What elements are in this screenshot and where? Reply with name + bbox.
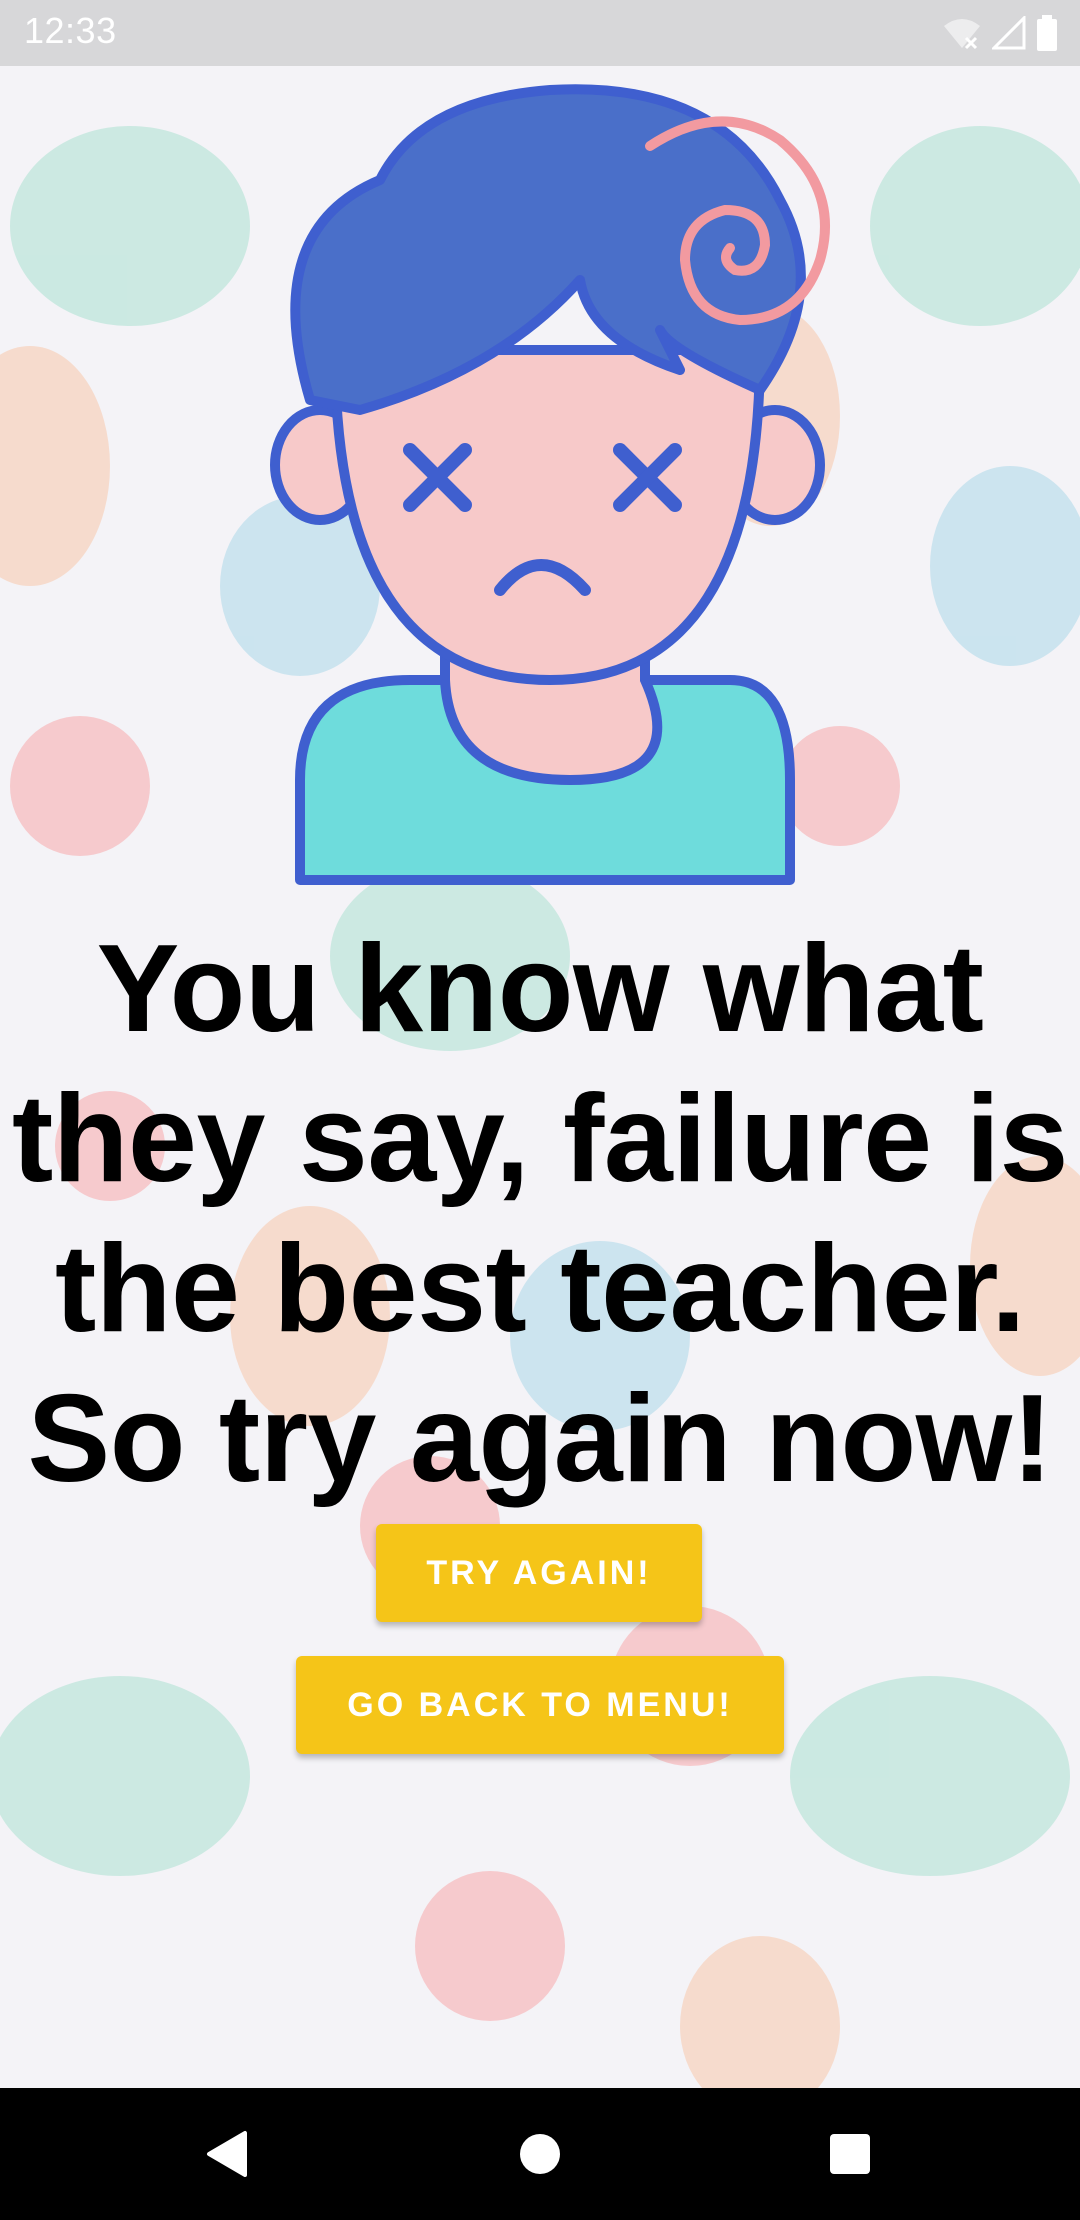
content-area: You know what they say, failure is the b… [0, 66, 1080, 2088]
recents-icon[interactable] [814, 2118, 886, 2190]
back-to-menu-button[interactable]: GO BACK TO MENU! [296, 1656, 784, 1754]
navigation-bar [0, 2088, 1080, 2220]
app-screen: 12:33 You know what they say, failure is… [0, 0, 1080, 2220]
status-time: 12:33 [24, 10, 117, 51]
message-line-3: the best teacher. [54, 1220, 1026, 1358]
battery-icon [1036, 15, 1058, 51]
status-icons [942, 14, 1058, 52]
message-line-4: So try again now! [27, 1370, 1053, 1508]
message-line-2: they say, failure is [12, 1070, 1069, 1208]
status-bar: 12:33 [0, 0, 1080, 66]
try-again-button[interactable]: TRY AGAIN! [376, 1524, 702, 1622]
wifi-off-icon [942, 16, 982, 50]
failure-message: You know what they say, failure is the b… [0, 914, 1080, 1514]
back-icon[interactable] [192, 2118, 264, 2190]
home-icon[interactable] [504, 2118, 576, 2190]
signal-icon [992, 16, 1026, 50]
dizzy-sad-boy-illustration [270, 84, 830, 885]
message-line-1: You know what [96, 920, 984, 1058]
